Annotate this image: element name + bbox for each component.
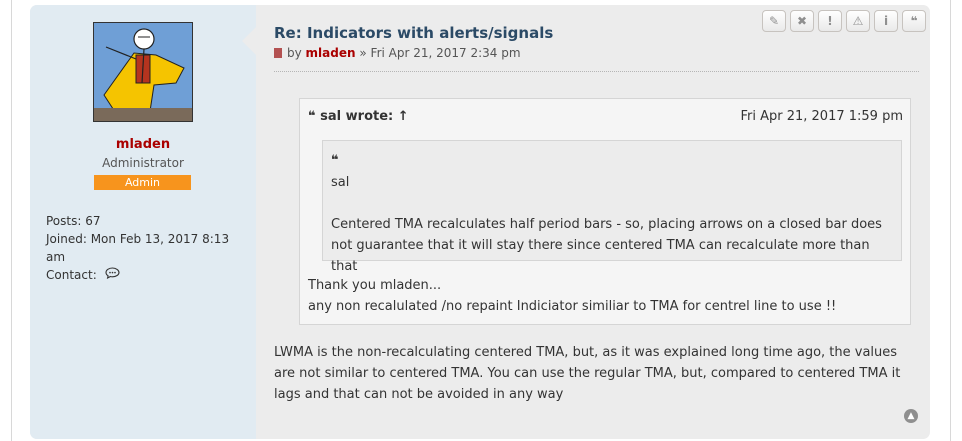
back-to-top-icon[interactable]: ▲ — [904, 409, 918, 423]
byline-separator: » — [359, 46, 367, 60]
quote-button[interactable]: ❝ — [902, 10, 926, 32]
post-content: LWMA is the non-recalculating centered T… — [274, 345, 901, 402]
exclamation-icon: ! — [827, 14, 833, 28]
nested-quote-block: ❝ sal Centered TMA recalculates half per… — [322, 140, 902, 274]
warning-icon: ⚠ — [852, 14, 864, 28]
author-link[interactable]: mladen — [306, 46, 356, 60]
posts-label: Posts: — [46, 214, 82, 228]
edit-button[interactable]: ✎ — [762, 10, 786, 32]
contact-row: Contact: — [46, 266, 246, 284]
avatar[interactable] — [93, 22, 193, 122]
quote-date: Fri Apr 21, 2017 1:59 pm — [740, 109, 903, 124]
post-buttons: ✎ ✖ ! ⚠ i ❝ — [762, 10, 926, 32]
header-divider — [274, 71, 919, 72]
post-file-icon[interactable] — [274, 48, 282, 58]
delete-button[interactable]: ✖ — [790, 10, 814, 32]
joined-row: Joined: Mon Feb 13, 2017 8:13 am — [46, 230, 246, 266]
rank-badge: Admin — [94, 175, 191, 190]
info-button[interactable]: i — [874, 10, 898, 32]
profile-details: Posts: 67 Joined: Mon Feb 13, 2017 8:13 … — [46, 212, 246, 284]
by-label: by — [287, 46, 302, 60]
quote-mark-icon: ❝ — [308, 109, 321, 124]
quote-block: ❝ sal wrote: ↑ Fri Apr 21, 2017 1:59 pm … — [299, 98, 911, 325]
user-rank: Administrator — [102, 156, 184, 170]
posts-row: Posts: 67 — [46, 212, 246, 230]
nested-quote-author: sal — [331, 175, 350, 190]
warn-button[interactable]: ! — [818, 10, 842, 32]
quote-icon: ❝ — [910, 14, 918, 28]
close-icon: ✖ — [796, 14, 808, 28]
contact-label: Contact: — [46, 268, 97, 282]
nested-quote-body: Centered TMA recalculates half period ba… — [331, 217, 882, 274]
contact-icon[interactable] — [105, 267, 120, 282]
nested-quote-text: sal Centered TMA recalculates half perio… — [331, 172, 891, 277]
nested-quote-mark-icon: ❝ — [331, 153, 339, 168]
quote-author-link[interactable]: sal wrote: ↑ — [320, 109, 409, 124]
forum-post: mladen Administrator Admin Posts: 67 Joi… — [30, 5, 930, 439]
post-profile: mladen Administrator Admin Posts: 67 Joi… — [30, 5, 256, 439]
post-byline: by mladen » Fri Apr 21, 2017 2:34 pm — [274, 46, 521, 60]
username-link[interactable]: mladen — [30, 137, 256, 152]
quote-reply-line-1: Thank you mladen... — [308, 278, 442, 293]
post-title[interactable]: Re: Indicators with alerts/signals — [274, 24, 553, 42]
joined-label: Joined: — [46, 232, 87, 246]
post-datetime: Fri Apr 21, 2017 2:34 pm — [370, 46, 521, 60]
report-button[interactable]: ⚠ — [846, 10, 870, 32]
pencil-icon: ✎ — [768, 14, 780, 28]
quote-reply-line-2: any non recalulated /no repaint Indiciat… — [308, 299, 837, 314]
info-icon: i — [883, 14, 889, 28]
profile-pointer — [242, 27, 256, 55]
quote-reply-text: Thank you mladen... any non recalulated … — [308, 275, 908, 317]
posts-count[interactable]: 67 — [85, 214, 100, 228]
quote-header: ❝ sal wrote: ↑ — [308, 109, 409, 124]
